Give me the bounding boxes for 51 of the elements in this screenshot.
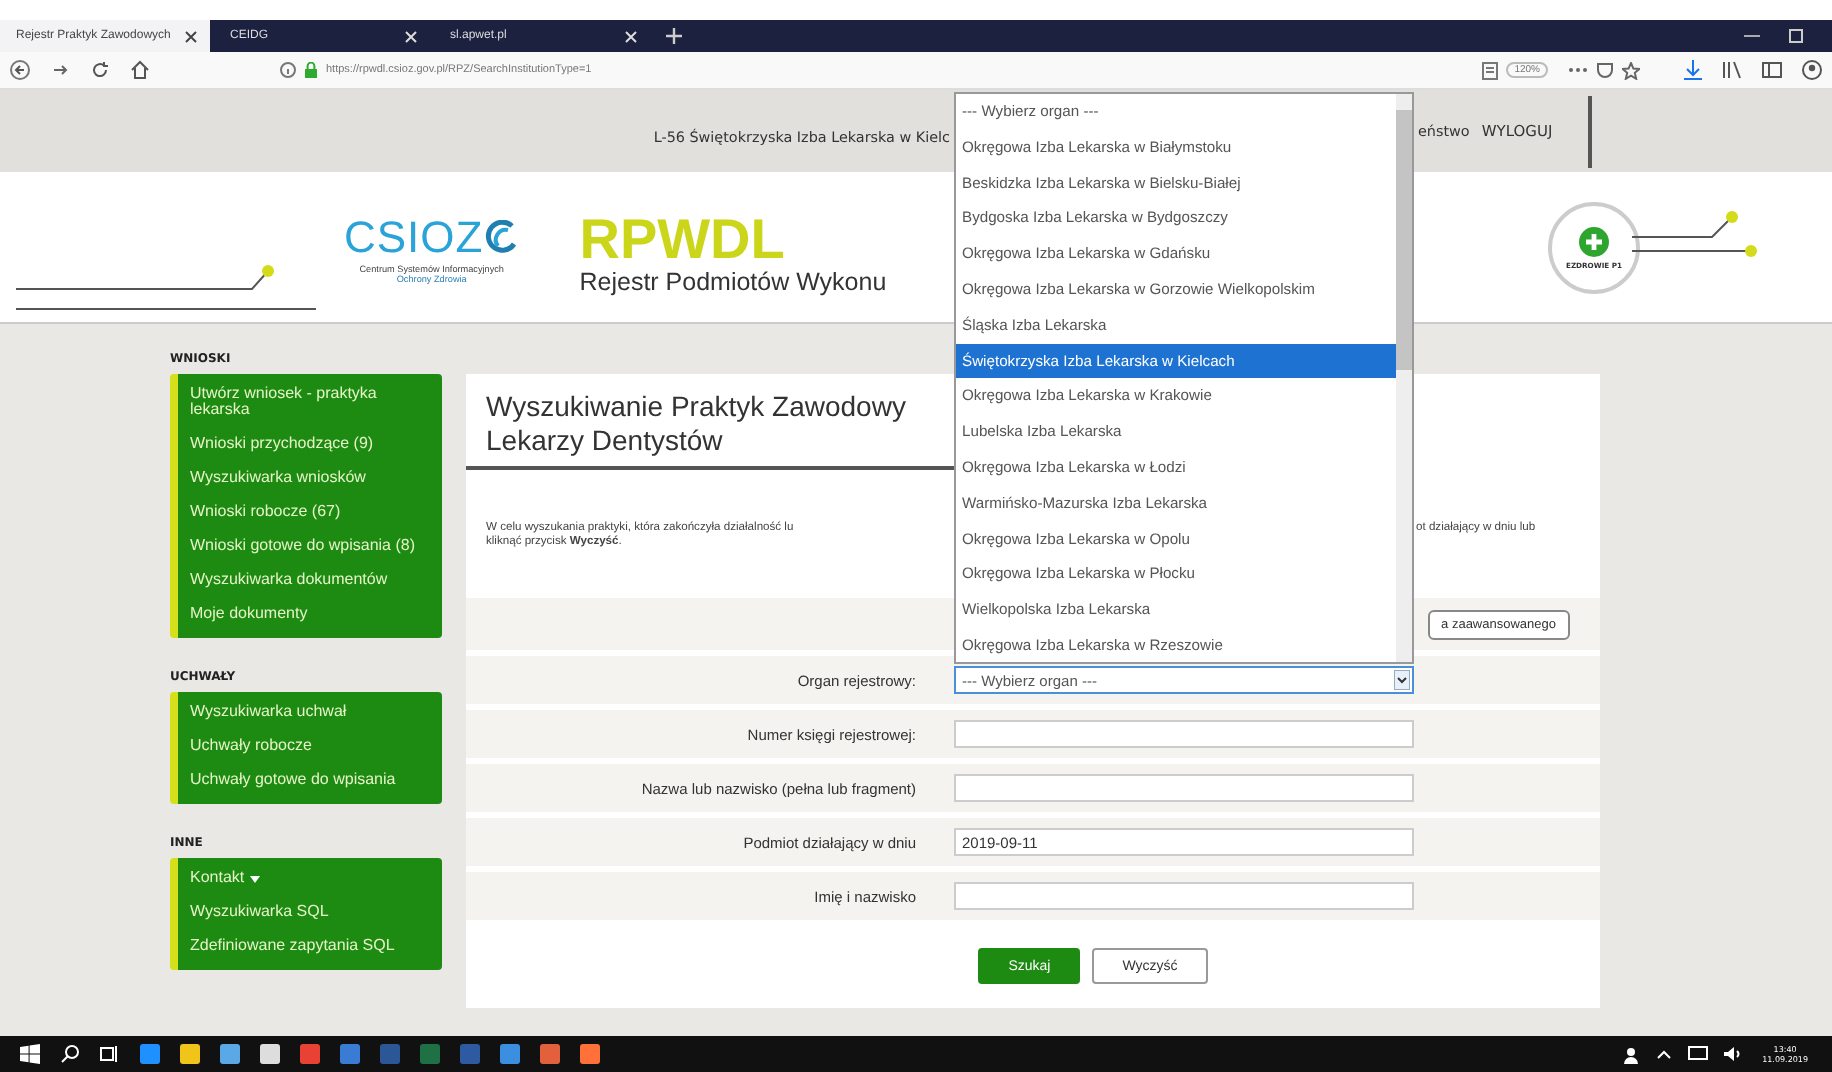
csioz-logo-text: CSIOZ xyxy=(344,211,484,263)
menu-item[interactable]: Wyszukiwarka wniosków xyxy=(178,462,442,496)
windows-logo-icon[interactable] xyxy=(20,1044,40,1064)
text-field[interactable] xyxy=(954,774,1414,802)
library-icon[interactable] xyxy=(1722,60,1742,80)
text-field[interactable] xyxy=(954,882,1414,910)
menu-item[interactable]: Moje dokumenty xyxy=(178,598,442,632)
app-subtitle: Rejestr Podmiotów Wykonu xyxy=(579,267,887,295)
page-title: Lekarzy Dentystów xyxy=(486,424,725,458)
menu-item[interactable]: Utwórz wniosek - praktyka lekarska xyxy=(178,378,442,428)
menu-item[interactable]: Wyszukiwarka uchwał xyxy=(178,696,442,730)
info-icon xyxy=(280,62,296,78)
text-field[interactable] xyxy=(954,720,1414,748)
account-icon[interactable] xyxy=(1802,60,1822,80)
menu-item[interactable]: Wnioski przychodzące (9) xyxy=(178,428,442,462)
menu-item[interactable]: Wyszukiwarka SQL xyxy=(178,896,442,930)
download-icon[interactable] xyxy=(1684,60,1702,80)
back-icon[interactable] xyxy=(10,60,30,80)
home-icon[interactable] xyxy=(130,60,150,80)
speaker-icon[interactable] xyxy=(1724,1046,1743,1062)
menu-item[interactable]: Wnioski robocze (67) xyxy=(178,496,442,530)
menu-item[interactable]: Uchwały robocze xyxy=(178,730,442,764)
forward-icon[interactable] xyxy=(50,60,70,80)
reload-icon[interactable] xyxy=(90,60,110,80)
menu-item[interactable]: Wnioski gotowe do wpisania (8) xyxy=(178,530,442,564)
circuit-lines-drawing xyxy=(1632,209,1758,257)
caret-icon xyxy=(250,875,261,883)
menu-item[interactable]: Uchwały gotowe do wpisania xyxy=(178,764,442,798)
chevron-up-icon[interactable] xyxy=(1656,1048,1673,1060)
sidebar-icon[interactable] xyxy=(1762,60,1782,80)
star-icon[interactable] xyxy=(1622,61,1640,79)
network-icon[interactable] xyxy=(1688,1046,1709,1062)
reader-view-icon[interactable] xyxy=(1482,61,1499,79)
dropdown-arrow-icon xyxy=(1394,670,1410,690)
search-icon[interactable] xyxy=(60,1044,80,1064)
swirl-logo-icon xyxy=(483,219,520,255)
menu-item[interactable]: Zdefiniowane zapytania SQL xyxy=(178,930,442,964)
page-title: Wyszukiwanie Praktyk Zawodowy xyxy=(486,390,908,424)
pocket-icon[interactable] xyxy=(1596,61,1614,79)
plus-bubble-icon xyxy=(1578,225,1610,257)
menu-item[interactable]: Wyszukiwarka dokumentów xyxy=(178,564,442,598)
app-logo-text: RPWDL xyxy=(579,211,787,267)
person-icon[interactable] xyxy=(1622,1045,1641,1063)
lock-icon xyxy=(304,62,318,78)
menu-item[interactable]: Kontakt xyxy=(178,862,442,896)
scrollbar[interactable] xyxy=(1396,94,1412,662)
more-icon[interactable] xyxy=(1568,66,1588,74)
close-icon[interactable] xyxy=(184,29,198,43)
restore-icon[interactable] xyxy=(1788,28,1804,44)
task-view-icon[interactable] xyxy=(100,1044,120,1064)
plus-icon[interactable] xyxy=(666,28,682,44)
